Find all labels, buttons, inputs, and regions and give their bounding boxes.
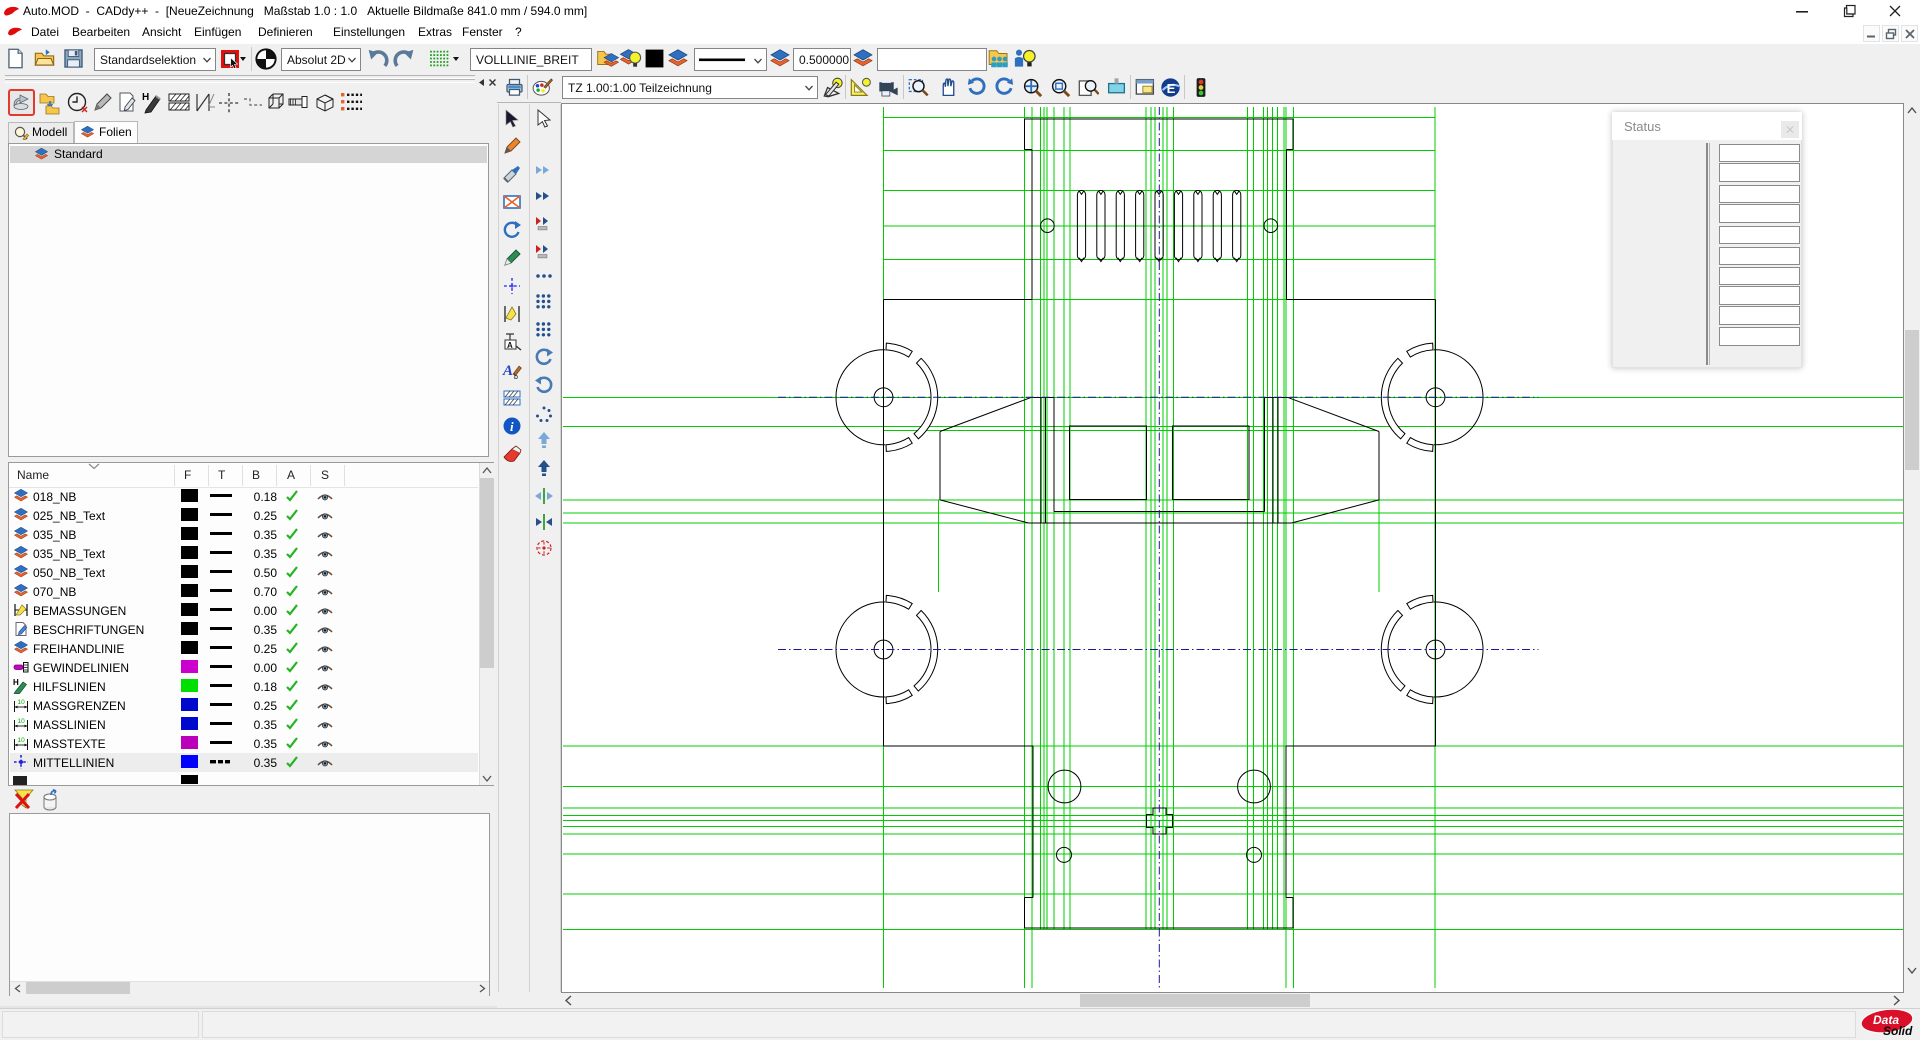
svg-text:A: A bbox=[502, 363, 513, 379]
svg-text:10: 10 bbox=[18, 718, 26, 725]
svg-text:10: 10 bbox=[18, 699, 26, 706]
svg-text:H: H bbox=[142, 92, 149, 103]
svg-text:H: H bbox=[13, 678, 19, 687]
svg-text:10: 10 bbox=[18, 737, 26, 744]
svg-text:i: i bbox=[510, 419, 514, 434]
svg-text:E: E bbox=[1167, 81, 1176, 96]
svg-text:b: b bbox=[514, 374, 518, 380]
svg-text:A: A bbox=[507, 341, 513, 350]
svg-text:Solid: Solid bbox=[1883, 1024, 1913, 1038]
